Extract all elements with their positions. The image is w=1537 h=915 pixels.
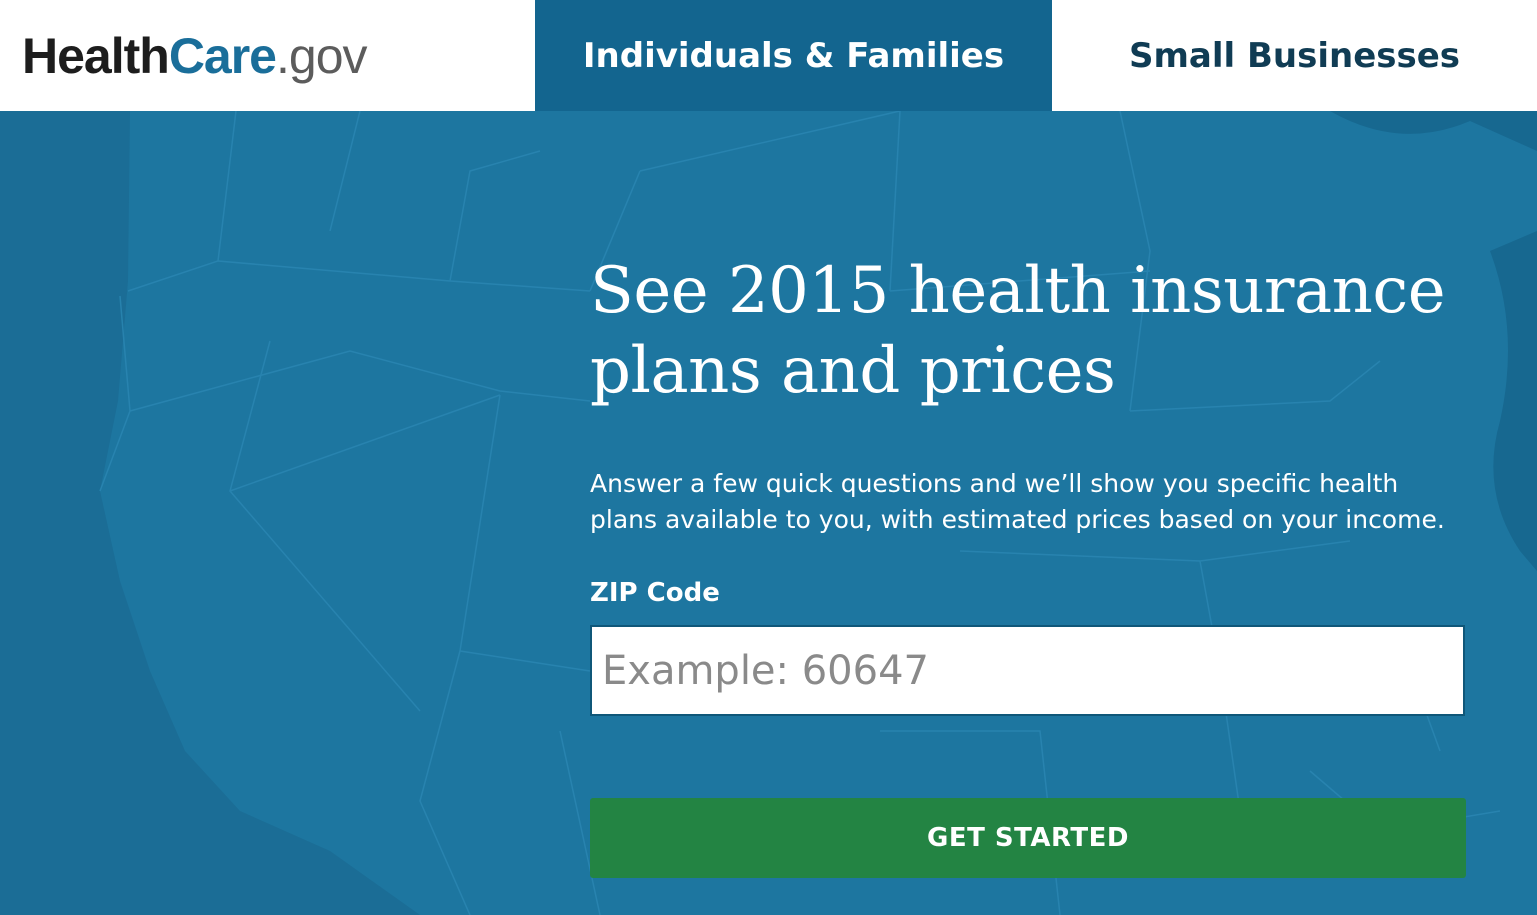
tab-individuals-families[interactable]: Individuals & Families	[535, 0, 1052, 111]
get-started-button[interactable]: GET STARTED	[590, 798, 1466, 878]
zip-code-input[interactable]	[590, 625, 1465, 716]
headline-line-2: plans and prices	[590, 334, 1116, 408]
tab-small-businesses[interactable]: Small Businesses	[1052, 0, 1537, 111]
tab-individuals-families-label: Individuals & Families	[582, 35, 1005, 76]
page: Health Care .gov Individuals & Families Sm…	[0, 0, 1537, 915]
logo-care-text: Care	[168, 27, 277, 84]
site-header: Health Care .gov Individuals & Families Sm…	[0, 0, 1537, 111]
hero-section: See 2015 health insurance plans and pric…	[0, 111, 1537, 915]
hero-description: Answer a few quick questions and we’ll s…	[590, 469, 1445, 534]
page-headline: See 2015 health insurance plans and pric…	[590, 251, 1466, 411]
healthcare-gov-logo[interactable]: Health Care .gov	[0, 0, 535, 111]
zip-code-label: ZIP Code	[590, 578, 720, 608]
headline-line-1: See 2015 health insurance	[590, 254, 1446, 328]
logo-health-text: Health	[22, 27, 170, 84]
hero-content: See 2015 health insurance plans and pric…	[590, 251, 1466, 878]
logo-gov-text: .gov	[276, 27, 368, 84]
tab-small-businesses-label: Small Businesses	[1128, 35, 1461, 76]
